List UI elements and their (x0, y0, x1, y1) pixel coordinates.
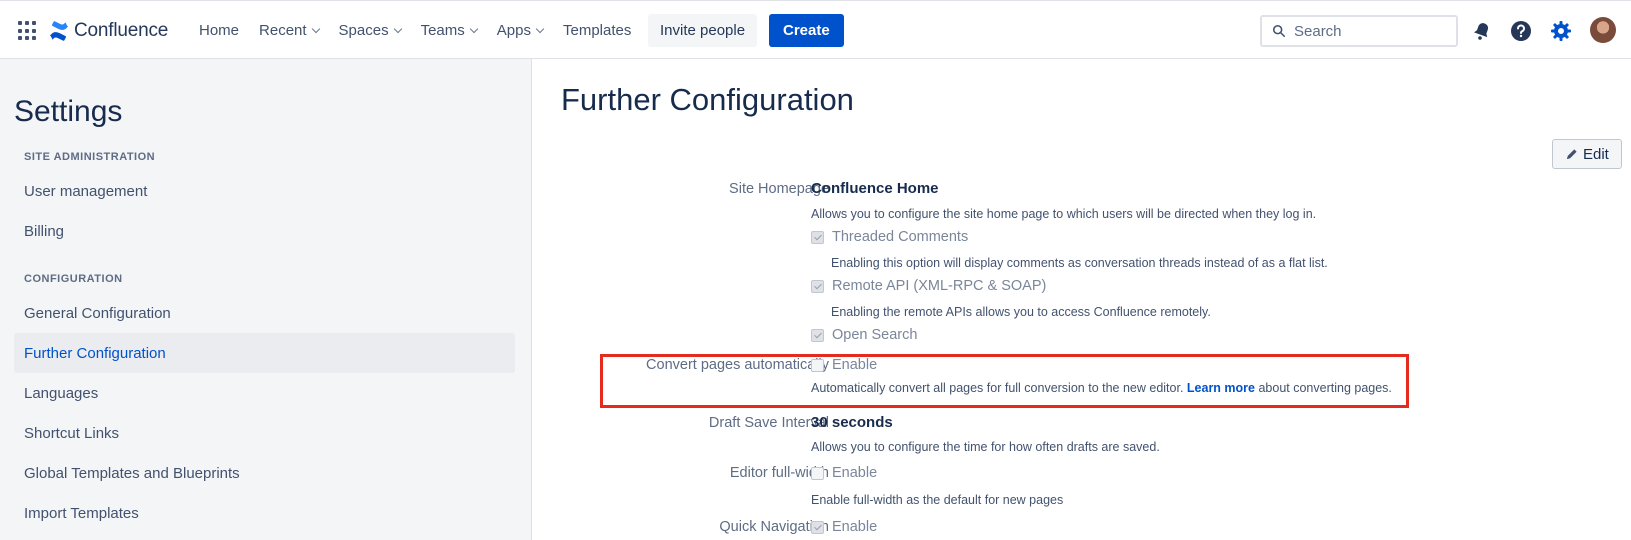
open-search-checkbox[interactable]: Open Search (811, 327, 917, 343)
convert-pages-option: Enable (832, 357, 878, 373)
threaded-comments-desc: Enabling this option will display commen… (831, 256, 1328, 270)
draft-save-desc: Allows you to configure the time for how… (811, 440, 1160, 454)
convert-pages-label: Convert pages automatically (646, 357, 829, 373)
checkbox-checked-icon (811, 328, 824, 342)
nav-apps[interactable]: Apps (496, 22, 545, 39)
sidebar-section-configuration: CONFIGURATION (24, 273, 123, 285)
sidebar-item-languages[interactable]: Languages (14, 373, 515, 413)
checkbox-checked-icon (811, 279, 824, 293)
remote-api-label: Remote API (XML-RPC & SOAP) (832, 278, 1047, 294)
nav-spaces[interactable]: Spaces (338, 22, 402, 39)
remote-api-checkbox[interactable]: Remote API (XML-RPC & SOAP) (811, 278, 1046, 294)
nav-teams-label: Teams (420, 22, 465, 39)
edit-button-label: Edit (1583, 145, 1609, 163)
site-homepage-value: Confluence Home (811, 180, 939, 197)
sidebar-section-site-administration: SITE ADMINISTRATION (24, 151, 156, 163)
nav-spaces-label: Spaces (338, 22, 389, 39)
chevron-down-icon (311, 24, 320, 33)
open-search-label: Open Search (832, 327, 918, 343)
chevron-down-icon (535, 24, 545, 33)
editor-full-width-checkbox[interactable]: Enable (811, 465, 877, 481)
checkbox-checked-icon (811, 230, 824, 244)
editor-full-width-option: Enable (832, 465, 878, 481)
app-switcher-icon[interactable] (18, 21, 38, 41)
sidebar-item-user-management[interactable]: User management (14, 171, 515, 211)
chevron-down-icon (393, 24, 402, 33)
settings-gear-icon[interactable] (1547, 17, 1575, 45)
checkbox-unchecked-icon (811, 466, 824, 480)
nav-home-label: Home (199, 22, 240, 39)
sidebar-item-billing[interactable]: Billing (14, 211, 515, 251)
nav-teams[interactable]: Teams (420, 22, 479, 39)
convert-pages-desc-before: Automatically convert all pages for full… (811, 381, 1187, 395)
learn-more-link[interactable]: Learn more (1187, 381, 1255, 395)
sidebar-item-global-templates[interactable]: Global Templates and Blueprints (14, 453, 515, 493)
remote-api-desc: Enabling the remote APIs allows you to a… (831, 305, 1211, 319)
help-icon[interactable] (1507, 17, 1535, 45)
search-box[interactable] (1260, 15, 1458, 47)
search-icon (1272, 24, 1286, 38)
draft-save-value: 30 seconds (811, 414, 893, 431)
threaded-comments-label: Threaded Comments (832, 229, 969, 245)
main-content: Further Configuration Edit Site Homepage… (533, 59, 1631, 540)
nav-home[interactable]: Home (199, 22, 239, 39)
quick-navigation-option: Enable (832, 519, 878, 535)
checkbox-checked-icon (811, 520, 824, 534)
convert-pages-checkbox[interactable]: Enable (811, 357, 877, 373)
convert-pages-desc-after: about converting pages. (1255, 381, 1392, 395)
sidebar-item-general-configuration[interactable]: General Configuration (14, 293, 515, 333)
nav-recent-label: Recent (259, 22, 307, 39)
page-title: Further Configuration (561, 82, 854, 117)
invite-people-button[interactable]: Invite people (648, 14, 758, 47)
edit-button[interactable]: Edit (1552, 139, 1622, 169)
notifications-icon[interactable] (1468, 17, 1496, 45)
sidebar-item-import-templates[interactable]: Import Templates (14, 493, 515, 533)
chevron-down-icon (469, 24, 479, 33)
user-avatar[interactable] (1590, 17, 1616, 43)
primary-nav: Home Recent Spaces Teams Apps Templates (199, 1, 651, 60)
sidebar-item-shortcut-links[interactable]: Shortcut Links (14, 413, 515, 453)
nav-apps-label: Apps (496, 22, 531, 39)
checkbox-unchecked-icon (811, 358, 824, 372)
sidebar-title: Settings (14, 95, 123, 128)
editor-full-width-desc: Enable full-width as the default for new… (811, 493, 1064, 507)
threaded-comments-checkbox[interactable]: Threaded Comments (811, 229, 968, 245)
confluence-logo-icon (49, 21, 69, 41)
site-homepage-desc: Allows you to configure the site home pa… (811, 207, 1317, 221)
confluence-logo[interactable]: Confluence (48, 18, 168, 44)
nav-templates[interactable]: Templates (563, 22, 631, 39)
pencil-icon (1566, 148, 1577, 159)
nav-templates-label: Templates (562, 22, 632, 39)
nav-recent[interactable]: Recent (259, 22, 320, 39)
search-input[interactable] (1294, 22, 1444, 40)
settings-sidebar: Settings SITE ADMINISTRATION User manage… (0, 59, 532, 540)
sidebar-item-further-configuration[interactable]: Further Configuration (14, 333, 515, 373)
create-button[interactable]: Create (769, 14, 844, 47)
quick-navigation-checkbox[interactable]: Enable (811, 519, 877, 535)
convert-pages-desc: Automatically convert all pages for full… (811, 381, 1392, 395)
top-navigation: Confluence Home Recent Spaces Teams Apps… (0, 0, 1631, 59)
app-name: Confluence (74, 20, 169, 41)
